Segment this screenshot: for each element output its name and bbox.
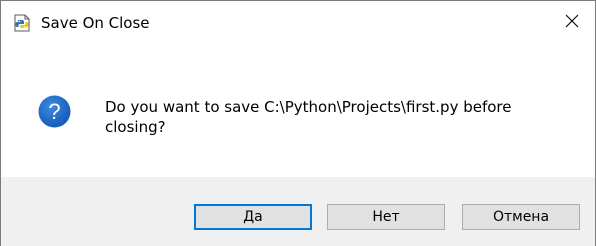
cancel-button[interactable]: Отмена xyxy=(462,204,580,230)
question-icon: ? xyxy=(38,95,71,128)
dialog-content: ? Do you want to save C:\Python\Projects… xyxy=(1,43,595,177)
close-icon xyxy=(565,13,579,32)
yes-button[interactable]: Да xyxy=(194,204,312,230)
button-bar: Да Нет Отмена xyxy=(1,177,595,246)
window-title: Save On Close xyxy=(41,14,150,32)
dialog-message: Do you want to save C:\Python\Projects\f… xyxy=(105,98,512,136)
no-button[interactable]: Нет xyxy=(327,204,445,230)
save-on-close-dialog: Save On Close ? Do you want to save C:\P… xyxy=(0,0,596,246)
svg-text:?: ? xyxy=(48,99,60,124)
title-bar[interactable]: Save On Close xyxy=(1,1,595,43)
close-button[interactable] xyxy=(549,1,595,43)
python-idle-icon xyxy=(12,14,32,32)
